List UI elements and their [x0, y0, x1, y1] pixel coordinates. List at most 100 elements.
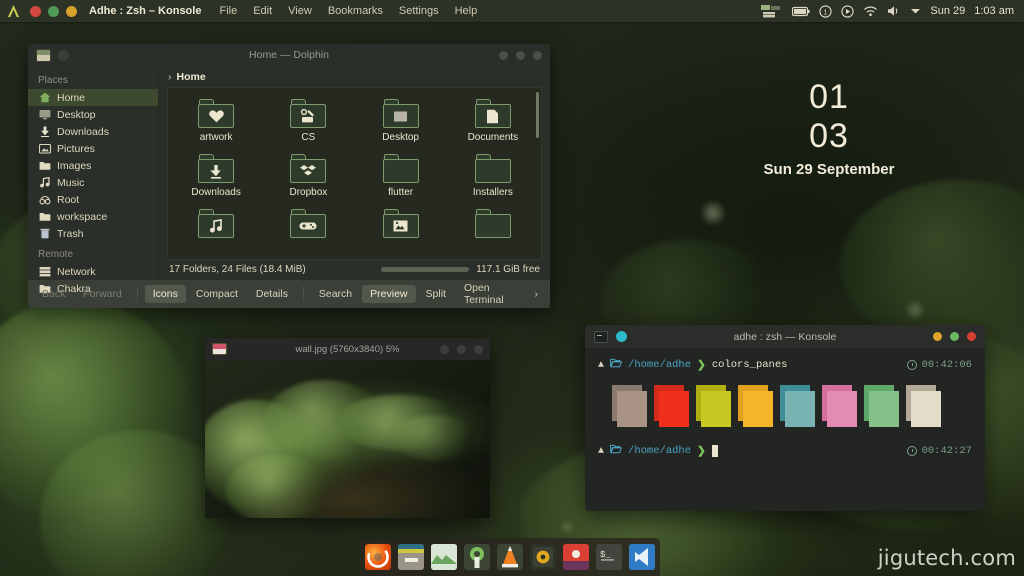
dolphin-window[interactable]: Home — Dolphin Places Home Desktop Downl…	[28, 44, 550, 308]
view-details-button[interactable]: Details	[248, 285, 296, 303]
settings-wrench-icon[interactable]	[464, 544, 490, 570]
chakra-logo-icon[interactable]	[0, 0, 26, 22]
vscode-icon[interactable]	[629, 544, 655, 570]
sidebar-item-home[interactable]: Home	[28, 89, 158, 106]
media-play-icon[interactable]	[841, 4, 855, 18]
breadcrumb-home[interactable]: Home	[177, 71, 206, 83]
sidebar-item-music[interactable]: Music	[28, 174, 158, 191]
konsole-tab-indicator[interactable]	[616, 331, 627, 342]
viewer-window-controls[interactable]	[440, 344, 483, 354]
file-grid[interactable]: artwork CS Desktop Documents Downloads D…	[168, 88, 541, 248]
menu-view[interactable]: View	[288, 5, 312, 17]
file-grid-container[interactable]: artwork CS Desktop Documents Downloads D…	[167, 87, 542, 260]
application-dock[interactable]: $_	[360, 538, 660, 576]
audio-speaker-icon[interactable]	[530, 544, 556, 570]
tray-time[interactable]: 1:03 am	[974, 5, 1014, 17]
dolphin-toolbar[interactable]: Back Forward Icons Compact Details Searc…	[28, 280, 550, 308]
chevron-down-icon[interactable]	[910, 7, 921, 15]
dolphin-title: Home — Dolphin	[249, 49, 329, 61]
folder-item-plain[interactable]	[447, 204, 539, 248]
sidebar-label: Downloads	[57, 125, 109, 138]
menu-bar[interactable]: File Edit View Bookmarks Settings Help	[219, 5, 477, 17]
tray-date[interactable]: Sun 29	[930, 5, 965, 17]
folder-icon	[382, 154, 419, 183]
file-manager-icon[interactable]	[398, 544, 424, 570]
folder-pictures-icon	[382, 209, 419, 238]
preview-button[interactable]: Preview	[362, 285, 416, 303]
folder-item-pictures[interactable]	[355, 204, 447, 248]
dolphin-window-controls[interactable]	[499, 50, 542, 60]
view-icons-button[interactable]: Icons	[144, 285, 186, 303]
menu-file[interactable]: File	[219, 5, 237, 17]
viewer-image-canvas[interactable]	[205, 360, 490, 518]
close-button[interactable]	[30, 5, 41, 17]
konsole-terminal-body[interactable]: ▲ /home/adhe ❯ colors_panes 00:42:06 ▲ /…	[585, 348, 985, 458]
folder-label: Desktop	[382, 132, 419, 143]
places-sidebar[interactable]: Places Home Desktop Downloads Pictures I…	[28, 66, 158, 295]
sidebar-item-workspace[interactable]: workspace	[28, 208, 158, 225]
menu-edit[interactable]: Edit	[253, 5, 272, 17]
sidebar-item-images[interactable]: Images	[28, 157, 158, 174]
sidebar-item-network[interactable]: Network	[28, 263, 158, 280]
maximize-button[interactable]	[516, 50, 525, 60]
maximize-button[interactable]	[457, 344, 466, 354]
sidebar-item-trash[interactable]: Trash	[28, 225, 158, 242]
back-button[interactable]: Back	[34, 285, 73, 303]
dolphin-titlebar[interactable]: Home — Dolphin	[28, 44, 550, 66]
terminal-icon[interactable]: $_	[596, 544, 622, 570]
open-terminal-button[interactable]: Open Terminal	[456, 279, 533, 309]
menu-bookmarks[interactable]: Bookmarks	[328, 5, 383, 17]
sidebar-item-root[interactable]: Root	[28, 191, 158, 208]
folder-item-games[interactable]	[262, 204, 354, 248]
folder-item-documents[interactable]: Documents	[447, 94, 539, 149]
menu-settings[interactable]: Settings	[399, 5, 439, 17]
wifi-icon[interactable]	[863, 5, 878, 17]
maximize-button[interactable]	[950, 332, 959, 341]
folder-item-cs[interactable]: CS	[262, 94, 354, 149]
terminal-cursor[interactable]	[711, 445, 718, 457]
toolbar-overflow-button[interactable]: ›	[535, 288, 545, 300]
file-grid-scrollbar[interactable]	[536, 92, 539, 138]
viewer-titlebar[interactable]: wall.jpg (5760x3840) 5%	[205, 338, 490, 360]
folder-item-flutter[interactable]: flutter	[355, 149, 447, 204]
firefox-icon[interactable]	[365, 544, 391, 570]
close-button[interactable]	[474, 344, 483, 354]
breadcrumb[interactable]: › Home	[159, 66, 550, 87]
folder-item-artwork[interactable]: artwork	[170, 94, 262, 149]
konsole-window-controls[interactable]	[933, 332, 976, 341]
folder-item-installers[interactable]: Installers	[447, 149, 539, 204]
close-button[interactable]	[967, 332, 976, 341]
konsole-window[interactable]: adhe : zsh — Konsole ▲ /home/adhe ❯ colo…	[585, 325, 985, 511]
system-tray[interactable]: 1 Sun 29 1:03 am	[761, 4, 1024, 18]
sidebar-item-downloads[interactable]: Downloads	[28, 123, 158, 140]
folder-item-desktop[interactable]: Desktop	[355, 94, 447, 149]
minimize-button[interactable]	[440, 344, 449, 354]
minimize-button[interactable]	[933, 332, 942, 341]
menu-help[interactable]: Help	[455, 5, 478, 17]
sidebar-item-pictures[interactable]: Pictures	[28, 140, 158, 157]
minimize-button[interactable]	[48, 5, 59, 17]
konsole-titlebar[interactable]: adhe : zsh — Konsole	[585, 325, 985, 348]
battery-icon[interactable]	[792, 6, 810, 17]
folder-item-dropbox[interactable]: Dropbox	[262, 149, 354, 204]
volume-icon[interactable]	[887, 5, 901, 17]
sidebar-item-desktop[interactable]: Desktop	[28, 106, 158, 123]
search-button[interactable]: Search	[311, 285, 360, 303]
image-viewer-window[interactable]: wall.jpg (5760x3840) 5%	[205, 338, 490, 518]
image-viewer-icon[interactable]	[431, 544, 457, 570]
network-icon[interactable]	[761, 4, 783, 18]
folder-item-downloads[interactable]: Downloads	[170, 149, 262, 204]
image-viewer-icon	[212, 343, 227, 355]
photos-icon[interactable]	[563, 544, 589, 570]
minimize-button[interactable]	[499, 50, 508, 60]
close-button[interactable]	[533, 50, 542, 60]
info-icon[interactable]: 1	[819, 4, 833, 18]
forward-button[interactable]: Forward	[75, 285, 130, 303]
folder-item-music[interactable]	[170, 204, 262, 248]
maximize-button[interactable]	[66, 5, 77, 17]
terminal-prompt-line[interactable]: ▲ /home/adhe ❯ 00:42:27	[598, 444, 972, 458]
vlc-cone-icon[interactable]	[497, 544, 523, 570]
view-compact-button[interactable]: Compact	[188, 285, 246, 303]
panel-window-buttons[interactable]	[30, 5, 77, 17]
split-button[interactable]: Split	[418, 285, 454, 303]
